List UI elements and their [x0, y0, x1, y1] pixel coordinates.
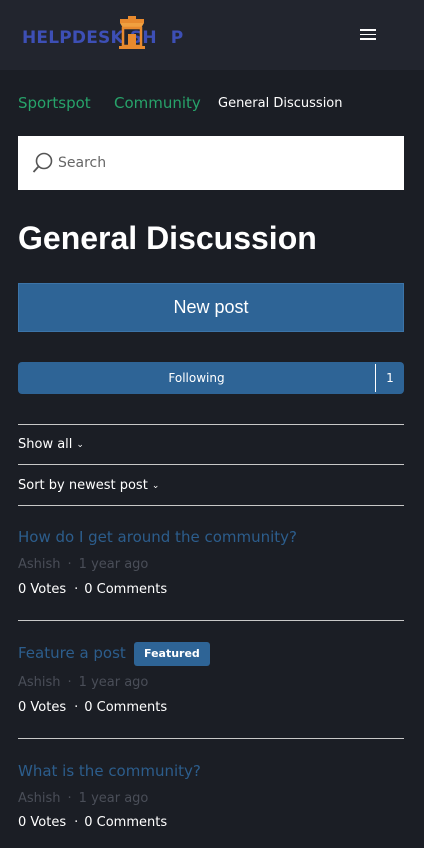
- post-votes: 0 Votes: [18, 815, 67, 830]
- post-title-link[interactable]: Feature a post: [18, 644, 126, 662]
- breadcrumb-link-community[interactable]: Community: [114, 94, 201, 112]
- post-comments: 0 Comments: [84, 700, 168, 715]
- post-comments: 0 Comments: [84, 815, 168, 830]
- post-author[interactable]: Ashish: [18, 557, 61, 572]
- post-time: 1 year ago: [78, 791, 149, 806]
- site-header: HELPDESK SH P: [0, 0, 424, 70]
- post-stats: 0 Votes · 0 Comments: [18, 815, 168, 830]
- following-label: Following: [168, 371, 225, 385]
- chevron-down-icon: ⌄: [151, 481, 160, 491]
- post-title-link[interactable]: How do I get around the community?: [18, 528, 297, 546]
- divider: [18, 424, 404, 425]
- divider: [18, 505, 404, 506]
- post-meta: Ashish · 1 year ago: [18, 675, 149, 690]
- breadcrumb-link-sportspot[interactable]: Sportspot: [18, 94, 91, 112]
- post-stats: 0 Votes · 0 Comments: [18, 700, 168, 715]
- post-votes: 0 Votes: [18, 700, 67, 715]
- post-comments: 0 Comments: [84, 582, 168, 597]
- page-title: General Discussion: [18, 220, 317, 256]
- post-author[interactable]: Ashish: [18, 675, 61, 690]
- search-icon: [32, 152, 53, 173]
- post-author[interactable]: Ashish: [18, 791, 61, 806]
- divider: [18, 738, 404, 739]
- divider: [18, 620, 404, 621]
- featured-badge: Featured: [134, 642, 210, 666]
- logo-text: HELPDESK SH P: [22, 28, 184, 48]
- post-stats: 0 Votes · 0 Comments: [18, 582, 168, 597]
- divider: [18, 464, 404, 465]
- search-input[interactable]: [58, 136, 398, 190]
- breadcrumb-current: General Discussion: [218, 96, 343, 111]
- helpdesk-shop-logo[interactable]: HELPDESK SH P: [22, 16, 183, 52]
- chevron-down-icon: ⌄: [76, 440, 84, 450]
- hamburger-icon: [360, 29, 376, 31]
- shop-icon: [119, 16, 145, 49]
- sort-filter[interactable]: Sort by newest post ⌄: [18, 478, 159, 493]
- hamburger-menu-button[interactable]: [358, 26, 378, 44]
- new-post-button[interactable]: New post: [18, 283, 404, 332]
- show-all-filter[interactable]: Show all ⌄: [18, 437, 84, 452]
- following-button[interactable]: Following 1: [18, 362, 404, 394]
- search-box: [18, 136, 404, 190]
- post-meta: Ashish · 1 year ago: [18, 557, 149, 572]
- post-votes: 0 Votes: [18, 582, 67, 597]
- following-count: 1: [386, 371, 394, 385]
- post-time: 1 year ago: [78, 675, 149, 690]
- post-time: 1 year ago: [78, 557, 149, 572]
- post-meta: Ashish · 1 year ago: [18, 791, 149, 806]
- post-title-link[interactable]: What is the community?: [18, 762, 201, 780]
